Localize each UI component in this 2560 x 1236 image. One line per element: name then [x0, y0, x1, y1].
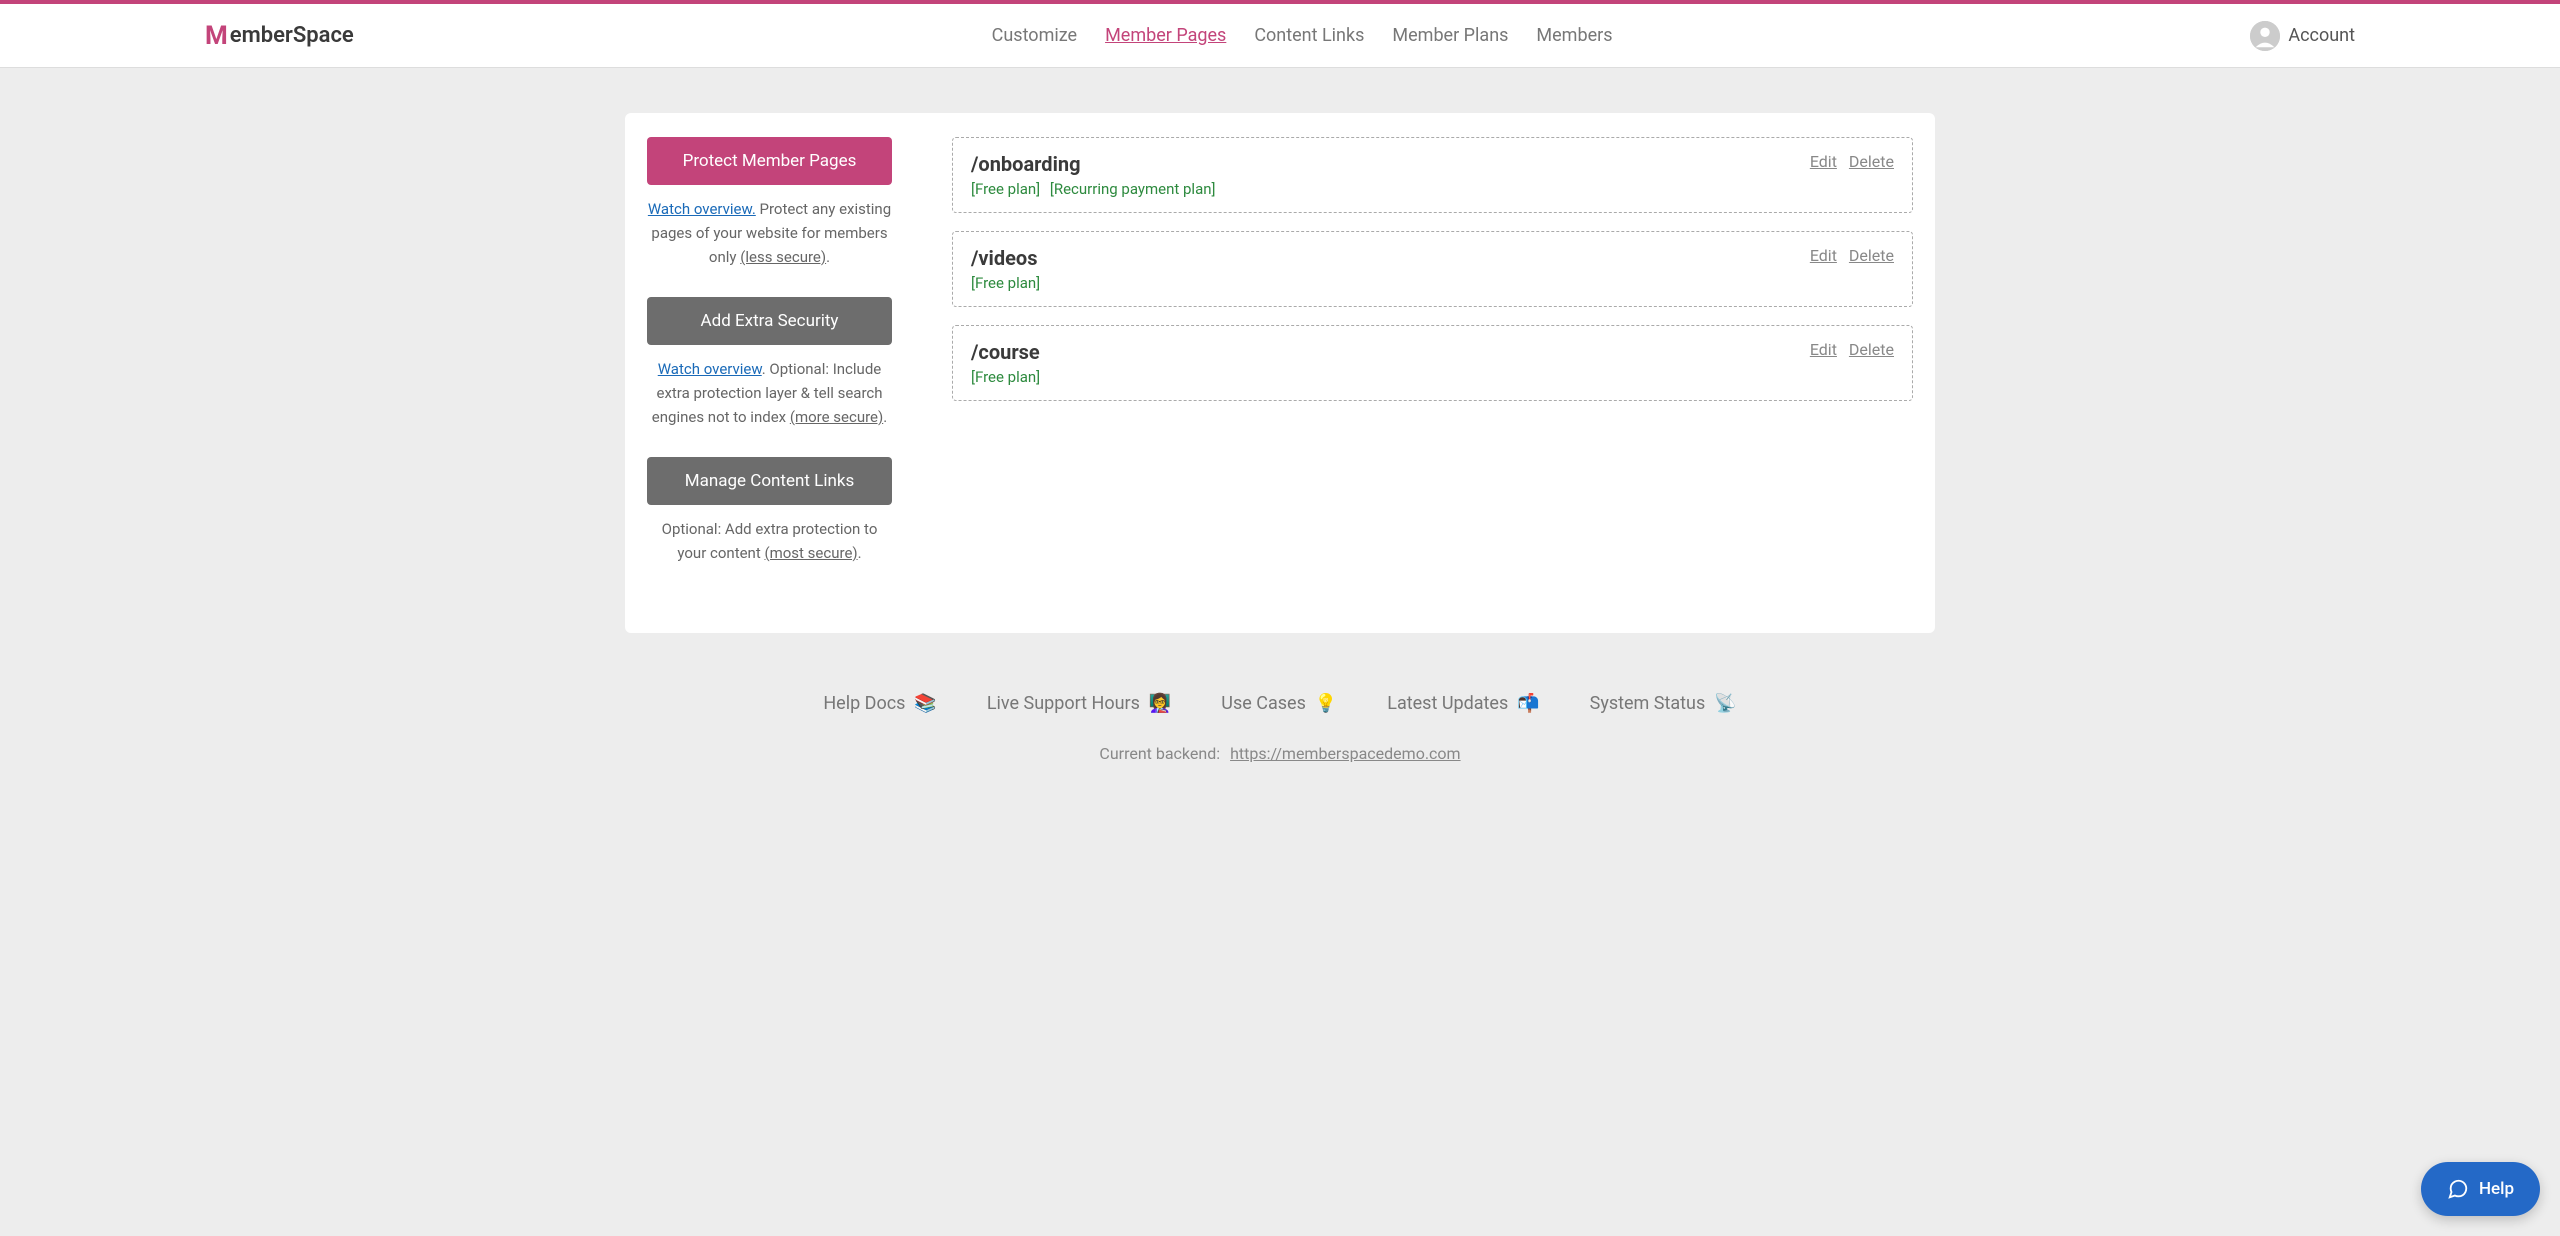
sidebar-block-protect: Protect Member Pages Watch overview. Pro… [647, 137, 892, 269]
mailbox-icon: 📬 [1517, 693, 1539, 714]
nav-member-plans[interactable]: Member Plans [1392, 25, 1508, 46]
page-path: /course [971, 340, 1046, 364]
footer-system-status[interactable]: System Status 📡 [1590, 693, 1737, 714]
backend-url-link[interactable]: https://memberspacedemo.com [1230, 744, 1461, 763]
chat-icon [2447, 1178, 2469, 1200]
logo[interactable]: MemberSpace [205, 21, 354, 51]
satellite-icon: 📡 [1714, 693, 1736, 714]
help-label: Help [2479, 1179, 2514, 1199]
page-actions: Edit Delete [1810, 152, 1894, 171]
content-links-description: Optional: Add extra protection to your c… [647, 517, 892, 565]
most-secure-note: (most secure) [764, 544, 857, 562]
logo-text: emberSpace [230, 23, 354, 48]
page-actions: Edit Delete [1810, 340, 1894, 359]
less-secure-note: (less secure) [740, 248, 826, 266]
nav-member-pages[interactable]: Member Pages [1105, 25, 1226, 46]
account-menu[interactable]: Account [2250, 21, 2355, 51]
edit-link[interactable]: Edit [1810, 340, 1837, 359]
manage-content-links-button[interactable]: Manage Content Links [647, 457, 892, 505]
page-actions: Edit Delete [1810, 246, 1894, 265]
plan-tag: [Recurring payment plan] [1050, 180, 1216, 198]
delete-link[interactable]: Delete [1849, 152, 1894, 171]
extra-security-description: Watch overview. Optional: Include extra … [647, 357, 892, 429]
footer-help-docs[interactable]: Help Docs 📚 [823, 693, 936, 714]
footer-latest-updates[interactable]: Latest Updates 📬 [1387, 693, 1539, 714]
page-card: /videos [Free plan] Edit Delete [952, 231, 1913, 307]
footer-use-cases[interactable]: Use Cases 💡 [1221, 693, 1337, 714]
nav-customize[interactable]: Customize [992, 25, 1077, 46]
protect-description: Watch overview. Protect any existing pag… [647, 197, 892, 269]
content-area: /onboarding [Free plan] [Recurring payme… [952, 137, 1913, 593]
bulb-icon: 💡 [1315, 693, 1337, 714]
page-info: /course [Free plan] [971, 340, 1046, 386]
backend-label: Current backend: [1099, 744, 1220, 763]
page-card: /course [Free plan] Edit Delete [952, 325, 1913, 401]
plan-tag: [Free plan] [971, 274, 1040, 292]
nav-content-links[interactable]: Content Links [1254, 25, 1364, 46]
page-info: /videos [Free plan] [971, 246, 1046, 292]
sidebar-block-content-links: Manage Content Links Optional: Add extra… [647, 457, 892, 565]
plan-tag: [Free plan] [971, 180, 1040, 198]
footer-live-support[interactable]: Live Support Hours 👩‍🏫 [987, 693, 1171, 714]
page-info: /onboarding [Free plan] [Recurring payme… [971, 152, 1222, 198]
page-path: /onboarding [971, 152, 1222, 176]
books-icon: 📚 [914, 693, 936, 714]
footer-links: Help Docs 📚 Live Support Hours 👩‍🏫 Use C… [625, 693, 1935, 714]
edit-link[interactable]: Edit [1810, 246, 1837, 265]
main-nav: Customize Member Pages Content Links Mem… [354, 25, 2251, 46]
nav-members[interactable]: Members [1536, 25, 1612, 46]
help-widget[interactable]: Help [2421, 1162, 2540, 1216]
protect-member-pages-button[interactable]: Protect Member Pages [647, 137, 892, 185]
avatar-icon [2250, 21, 2280, 51]
security-watch-overview-link[interactable]: Watch overview [658, 360, 762, 378]
footer-backend: Current backend: https://memberspacedemo… [625, 744, 1935, 763]
sidebar-block-extra-security: Add Extra Security Watch overview. Optio… [647, 297, 892, 429]
edit-link[interactable]: Edit [1810, 152, 1837, 171]
page-plans: [Free plan] [971, 368, 1046, 386]
plan-tag: [Free plan] [971, 368, 1040, 386]
sidebar: Protect Member Pages Watch overview. Pro… [647, 137, 892, 593]
account-label: Account [2288, 25, 2355, 46]
protect-watch-overview-link[interactable]: Watch overview. [648, 200, 756, 218]
page-plans: [Free plan] [971, 274, 1046, 292]
teacher-icon: 👩‍🏫 [1149, 693, 1171, 714]
main-panel: Protect Member Pages Watch overview. Pro… [625, 113, 1935, 633]
page-card: /onboarding [Free plan] [Recurring payme… [952, 137, 1913, 213]
header: MemberSpace Customize Member Pages Conte… [0, 4, 2560, 68]
more-secure-note: (more secure) [790, 408, 883, 426]
add-extra-security-button[interactable]: Add Extra Security [647, 297, 892, 345]
page-plans: [Free plan] [Recurring payment plan] [971, 180, 1222, 198]
delete-link[interactable]: Delete [1849, 246, 1894, 265]
page-path: /videos [971, 246, 1046, 270]
delete-link[interactable]: Delete [1849, 340, 1894, 359]
logo-mark: M [205, 21, 228, 51]
footer: Help Docs 📚 Live Support Hours 👩‍🏫 Use C… [625, 673, 1935, 803]
